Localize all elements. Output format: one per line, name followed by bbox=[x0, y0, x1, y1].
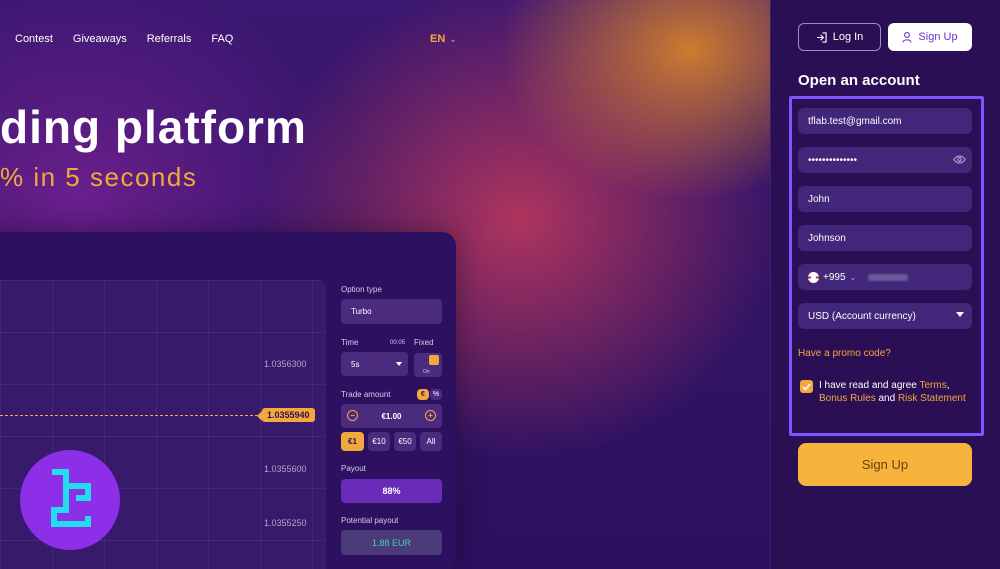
promo-code-link[interactable]: Have a promo code? bbox=[798, 348, 891, 359]
agree-checkbox[interactable] bbox=[800, 380, 813, 393]
risk-statement-link[interactable]: Risk Statement bbox=[898, 393, 966, 404]
plus-icon[interactable]: + bbox=[425, 410, 436, 421]
signup-top-button[interactable]: Sign Up bbox=[888, 23, 972, 51]
price-tick: 1.0355600 bbox=[264, 464, 307, 474]
trade-amount-label: Trade amount bbox=[341, 390, 391, 399]
user-icon bbox=[902, 31, 912, 43]
currency-value: USD (Account currency) bbox=[808, 310, 916, 322]
signup-top-label: Sign Up bbox=[918, 31, 958, 43]
trade-amount-value: €1.00 bbox=[381, 411, 402, 421]
toggle-knob bbox=[429, 355, 439, 365]
potential-payout-label: Potential payout bbox=[341, 516, 399, 525]
email-field[interactable]: tflab.test@gmail.com bbox=[798, 108, 972, 134]
language-selector[interactable]: EN ⌄ bbox=[430, 33, 457, 45]
login-icon bbox=[816, 31, 827, 43]
minus-icon[interactable]: − bbox=[347, 410, 358, 421]
potential-payout-value: 1.88 EUR bbox=[341, 530, 442, 555]
price-tick: 1.0355250 bbox=[264, 518, 307, 528]
login-button[interactable]: Log In bbox=[798, 23, 881, 51]
terms-link[interactable]: Terms bbox=[919, 380, 946, 391]
first-name-field[interactable]: John bbox=[798, 186, 972, 212]
agree-comma: , bbox=[946, 380, 950, 391]
chevron-down-icon[interactable]: ⌄ bbox=[850, 273, 857, 282]
logo-mark-icon bbox=[51, 469, 91, 527]
login-label: Log In bbox=[832, 31, 864, 43]
payout-label: Payout bbox=[341, 464, 366, 473]
fixed-time-toggle[interactable]: On bbox=[414, 353, 442, 377]
password-field[interactable]: •••••••••••••• bbox=[798, 147, 972, 173]
currency-euro-toggle[interactable]: € bbox=[417, 389, 429, 400]
last-name-field[interactable]: Johnson bbox=[798, 225, 972, 251]
eye-icon[interactable] bbox=[953, 154, 966, 165]
option-type-label: Option type bbox=[341, 285, 382, 294]
nav-giveaways[interactable]: Giveaways bbox=[73, 33, 127, 45]
password-value: •••••••••••••• bbox=[808, 154, 858, 166]
phone-code: +995 bbox=[823, 271, 846, 283]
time-select[interactable]: 5s bbox=[341, 352, 408, 376]
current-price-line bbox=[0, 415, 258, 416]
hero-subtitle: % in 5 seconds bbox=[0, 162, 198, 192]
signup-submit-button[interactable]: Sign Up bbox=[798, 443, 972, 486]
georgia-flag-icon bbox=[808, 271, 819, 283]
toggle-state: On bbox=[423, 369, 430, 375]
current-price-tag: 1.0355940 bbox=[257, 408, 315, 422]
currency-percent-toggle[interactable]: % bbox=[430, 389, 442, 400]
quick-amount-50[interactable]: €50 bbox=[394, 432, 416, 451]
caret-down-icon bbox=[956, 312, 964, 317]
top-nav: Contest Giveaways Referrals FAQ bbox=[15, 33, 233, 45]
time-label: Time bbox=[341, 338, 359, 347]
quick-amount-all[interactable]: All bbox=[420, 432, 442, 451]
quick-amount-10[interactable]: €10 bbox=[368, 432, 390, 451]
option-type-select[interactable]: Turbo bbox=[341, 299, 442, 324]
caret-down-icon bbox=[396, 362, 402, 366]
nav-contest[interactable]: Contest bbox=[15, 33, 53, 45]
hero-title: ding platform bbox=[0, 101, 307, 153]
quick-amount-1[interactable]: €1 bbox=[341, 432, 364, 451]
chevron-down-icon: ⌄ bbox=[449, 34, 457, 44]
payout-value: 88% bbox=[341, 479, 442, 503]
agree-prefix: I have read and agree bbox=[819, 380, 917, 391]
language-label: EN bbox=[430, 33, 446, 45]
phone-field[interactable]: +995 ⌄ bbox=[798, 264, 972, 290]
time-mode-label: Fixed bbox=[414, 338, 434, 347]
price-tick: 1.0356300 bbox=[264, 359, 307, 369]
agree-text: I have read and agree Terms, Bonus Rules… bbox=[819, 379, 969, 405]
time-countdown: 00:05 bbox=[390, 340, 406, 346]
phone-number-redacted bbox=[868, 273, 909, 281]
brand-logo bbox=[20, 450, 120, 550]
currency-select[interactable]: USD (Account currency) bbox=[798, 303, 972, 329]
nav-faq[interactable]: FAQ bbox=[211, 33, 233, 45]
form-title: Open an account bbox=[798, 72, 920, 89]
checkmark-icon bbox=[802, 382, 811, 391]
bonus-rules-link[interactable]: Bonus Rules bbox=[819, 393, 876, 404]
time-value: 5s bbox=[351, 359, 360, 369]
trade-amount-input[interactable]: − €1.00 + bbox=[341, 404, 442, 428]
agree-and: and bbox=[878, 393, 896, 404]
nav-referrals[interactable]: Referrals bbox=[147, 33, 192, 45]
